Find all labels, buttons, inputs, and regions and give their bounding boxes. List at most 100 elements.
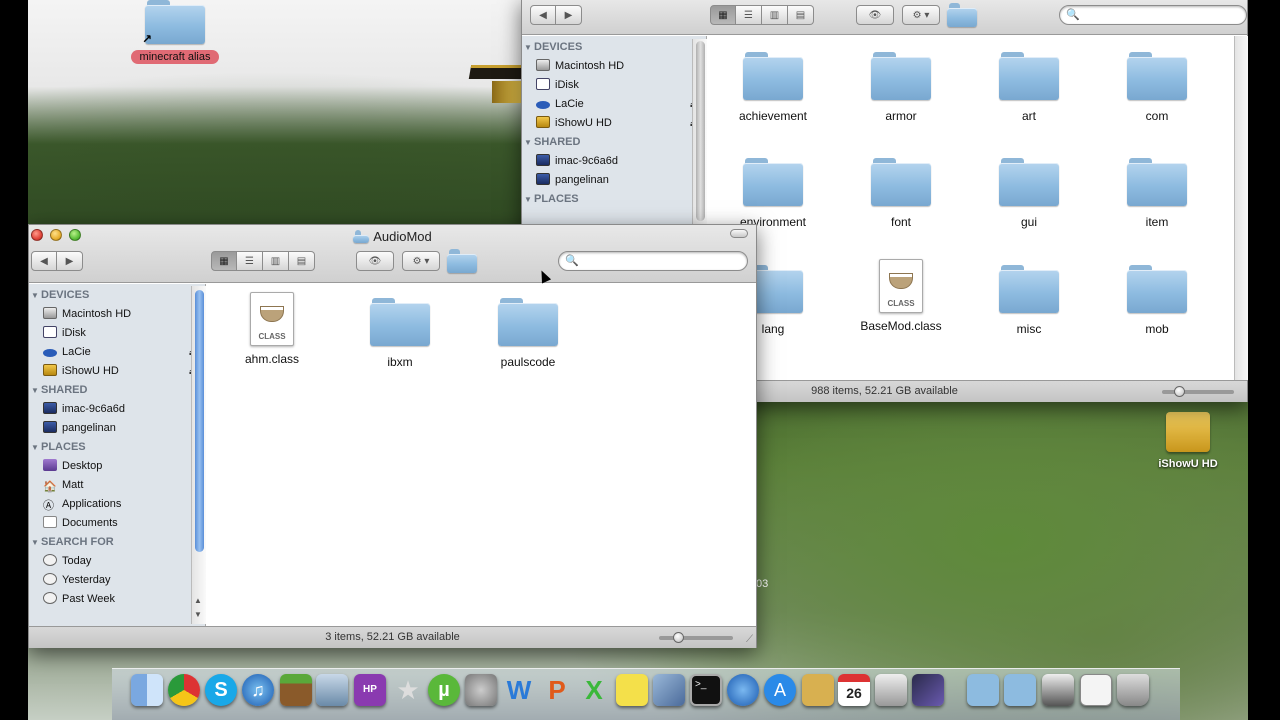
sidebar-item-idisk[interactable]: iDisk [29,324,205,343]
back-button[interactable]: ◀ [530,5,556,25]
slider-knob[interactable] [673,632,684,643]
file-item[interactable]: ibxm [350,298,450,369]
network-icon[interactable] [727,674,759,706]
sidebar-item-yesterday[interactable]: Yesterday [29,571,205,590]
sidebar-item-applications[interactable]: Ⓐ Applications [29,495,205,514]
sidebar-item-lacie[interactable]: LaCie⏏ [522,95,706,114]
sidebar-item-imac[interactable]: imac-9c6a6d [29,400,205,419]
file-item[interactable]: misc [979,265,1079,336]
icon-size-slider[interactable] [1162,386,1234,397]
documents-stack-icon[interactable] [1080,674,1112,706]
word-icon[interactable]: W [503,674,535,706]
desktop-drive-ishowu[interactable]: iShowU HD [1152,412,1224,470]
sidebar-item-today[interactable]: Today [29,552,205,571]
content-scrollbar[interactable] [1234,36,1249,380]
sidebar-header-search-for[interactable]: ▼ SEARCH FOR [29,533,205,552]
icon-size-slider[interactable] [659,632,733,643]
quick-look-button[interactable]: 👁 [856,5,894,25]
file-item[interactable]: gui [979,158,1079,229]
sidebar-item-idisk[interactable]: iDisk [522,76,706,95]
column-view-button[interactable]: ▥ [762,5,788,25]
sidebar-item-macintosh-hd[interactable]: Macintosh HD [29,305,205,324]
sidebar-item-past-week[interactable]: Past Week [29,590,205,609]
column-view-button[interactable]: ▥ [263,251,289,271]
forward-button[interactable]: ▶ [57,251,83,271]
game-icon[interactable] [912,674,944,706]
ical-icon[interactable]: 26 [838,674,870,706]
resize-grip-icon[interactable]: ⟋ [746,630,753,650]
file-item[interactable]: CLASS ahm.class [222,292,322,366]
file-item[interactable]: mob [1107,265,1207,336]
file-item[interactable]: item [1107,158,1207,229]
sidebar-scrollbar[interactable] [692,39,707,225]
scroll-down-arrow-icon[interactable]: ▼ [194,610,202,619]
list-view-button[interactable]: ☰ [736,5,762,25]
finder-window-front[interactable]: AudioMod ◀ ▶ ▦ ☰ ▥ ▤ 👁 ⚙ ▾ 🔍 ▼ DEVICES Ma… [28,224,757,648]
file-item[interactable]: paulscode [478,298,578,369]
search-field[interactable]: 🔍 [1059,5,1247,25]
scroll-up-arrow-icon[interactable]: ▲ [194,596,202,605]
icon-view-button[interactable]: ▦ [211,251,237,271]
excel-icon[interactable]: X [578,674,610,706]
sidebar-header-devices[interactable]: ▼ DEVICES [522,38,706,57]
coverflow-view-button[interactable]: ▤ [289,251,315,271]
coverflow-view-button[interactable]: ▤ [788,5,814,25]
sidebar-item-desktop[interactable]: Desktop [29,457,205,476]
search-input[interactable] [579,254,739,268]
icon-view-button[interactable]: ▦ [710,5,736,25]
action-menu-button[interactable]: ⚙ ▾ [902,5,940,25]
sidebar-item-pangelinan[interactable]: pangelinan [522,171,706,190]
quick-look-button[interactable]: 👁 [356,251,394,271]
utorrent-icon[interactable]: µ [428,674,460,706]
sidebar-header-shared[interactable]: ▼ SHARED [29,381,205,400]
toolbar-toggle-button[interactable] [730,229,748,238]
downloads-stack-icon[interactable] [1004,674,1036,706]
powerpoint-icon[interactable]: P [541,674,573,706]
search-field[interactable]: 🔍 [558,251,748,271]
action-menu-button[interactable]: ⚙ ▾ [402,251,440,271]
screenshot-icon[interactable] [875,674,907,706]
hp-icon[interactable]: HP [354,674,386,706]
imovie-icon[interactable] [316,674,348,706]
file-item[interactable]: CLASS BaseMod.class [851,259,951,333]
sidebar-item-macintosh-hd[interactable]: Macintosh HD [522,57,706,76]
sidebar-item-documents[interactable]: Documents [29,514,205,533]
folder-stack-icon[interactable] [1042,674,1074,706]
finder-icon[interactable] [131,674,163,706]
list-view-button[interactable]: ☰ [237,251,263,271]
file-item[interactable]: com [1107,52,1207,123]
applications-stack-icon[interactable] [967,674,999,706]
sidebar-item-imac[interactable]: imac-9c6a6d [522,152,706,171]
sidebar-item-ishowu-hd[interactable]: iShowU HD⏏ [29,362,205,381]
app-store-icon[interactable]: A [764,674,796,706]
trash-icon[interactable] [1117,674,1149,706]
sidebar-header-devices[interactable]: ▼ DEVICES [29,286,205,305]
forward-button[interactable]: ▶ [556,5,582,25]
file-item[interactable]: achievement [723,52,823,123]
file-item[interactable]: font [851,158,951,229]
sidebar-item-lacie[interactable]: LaCie⏏ [29,343,205,362]
sidebar-item-matt[interactable]: 🏠 Matt [29,476,205,495]
desktop-alias-minecraft[interactable]: ↗ minecraft alias [120,0,230,64]
path-folder-icon[interactable] [447,249,477,273]
file-item[interactable]: environment [723,158,823,229]
preview-icon[interactable] [653,674,685,706]
minecraft-icon[interactable] [280,674,312,706]
sidebar-item-ishowu-hd[interactable]: iShowU HD⏏ [522,114,706,133]
stickies-icon[interactable] [616,674,648,706]
sidebar-scrollbar[interactable]: ▲ ▼ [191,286,206,624]
slider-knob[interactable] [1174,386,1185,397]
chrome-icon[interactable] [168,674,200,706]
sidebar-item-pangelinan[interactable]: pangelinan [29,419,205,438]
file-item[interactable]: armor [851,52,951,123]
sidebar-header-shared[interactable]: ▼ SHARED [522,133,706,152]
imovie-star-icon[interactable]: ★ [392,674,424,706]
scroll-thumb[interactable] [696,41,705,221]
file-item[interactable]: art [979,52,1079,123]
folder-icon[interactable] [947,3,977,27]
settings-icon[interactable] [465,674,497,706]
scroll-thumb[interactable] [195,290,204,552]
itunes-icon[interactable]: ♫ [242,674,274,706]
terminal-icon[interactable]: >_ [690,674,722,706]
sidebar-header-places[interactable]: ▼ PLACES [29,438,205,457]
